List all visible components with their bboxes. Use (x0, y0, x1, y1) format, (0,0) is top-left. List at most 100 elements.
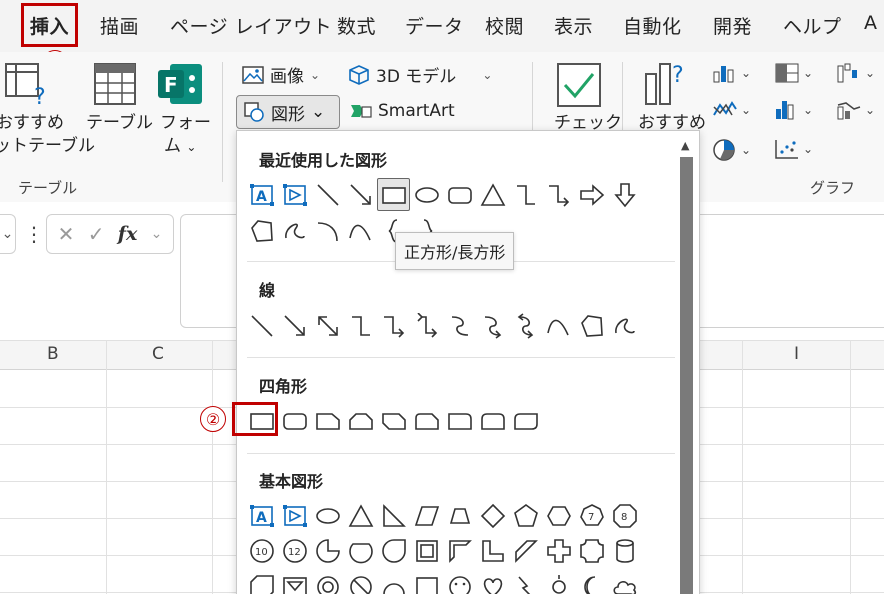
statistic-chart-button[interactable]: ⌄ (774, 99, 813, 121)
line-chart-button[interactable]: ⌄ (712, 99, 751, 121)
hierarchy-chart-button[interactable]: ⌄ (774, 62, 813, 84)
chevron-down-icon[interactable]: ⌄ (151, 226, 163, 242)
teardrop-shape-icon[interactable] (377, 534, 410, 567)
column-header-i[interactable]: I (794, 344, 799, 364)
cloud-shape-icon[interactable] (608, 570, 641, 594)
tab-review[interactable]: 校閲 (485, 12, 524, 39)
sun-shape-icon[interactable] (542, 570, 575, 594)
cross-shape-icon[interactable] (542, 534, 575, 567)
tab-data[interactable]: データ (405, 12, 464, 39)
scatter-chart-button[interactable]: ⌄ (774, 138, 813, 160)
scroll-up-arrow-icon[interactable]: ▲ (681, 139, 689, 152)
diamond-shape-icon[interactable] (476, 499, 509, 532)
scrollbar-thumb[interactable] (680, 157, 693, 594)
arrow-line-shape-icon[interactable] (344, 178, 377, 211)
tab-page-layout[interactable]: ページ レイアウト (170, 12, 332, 39)
parallelogram-shape-icon[interactable] (410, 499, 443, 532)
smartart-button[interactable]: SmartArt (350, 101, 455, 121)
freeform-shape-icon[interactable] (575, 309, 608, 342)
elbow-arrow-connector-shape-icon[interactable] (377, 309, 410, 342)
no-symbol-shape-icon[interactable] (344, 570, 377, 594)
vertical-textbox-shape-icon[interactable] (278, 499, 311, 532)
donut-shape-icon[interactable] (311, 570, 344, 594)
heptagon-shape-icon[interactable]: 7 (575, 499, 608, 532)
l-shape-icon[interactable] (476, 534, 509, 567)
shapes-button[interactable]: 図形 ⌄ (236, 95, 340, 129)
column-header-b[interactable]: B (47, 344, 59, 364)
hexagon-shape-icon[interactable] (542, 499, 575, 532)
triangle-shape-icon[interactable] (476, 178, 509, 211)
curve-shape-icon[interactable] (542, 309, 575, 342)
half-frame-shape-icon[interactable] (443, 534, 476, 567)
textbox-shape-icon[interactable]: A (245, 499, 278, 532)
dodecagon-shape-icon[interactable]: 12 (278, 534, 311, 567)
insert-function-button[interactable]: fx (118, 223, 138, 245)
freeform-shape-icon[interactable] (245, 214, 278, 247)
double-arrow-line-shape-icon[interactable] (311, 309, 344, 342)
round-diagonal-corner-rectangle-icon[interactable] (509, 404, 542, 437)
pie-shape-icon[interactable] (311, 534, 344, 567)
images-button[interactable]: 画像 ⌄ (242, 62, 320, 87)
oval-shape-icon[interactable] (410, 178, 443, 211)
plaque-shape-icon[interactable] (575, 534, 608, 567)
column-chart-button[interactable]: ⌄ (712, 62, 751, 84)
rounded-rectangle-shape-icon[interactable] (443, 178, 476, 211)
snip-same-side-corner-rectangle-icon[interactable] (344, 404, 377, 437)
snip-round-single-corner-rectangle-icon[interactable] (410, 404, 443, 437)
folded-corner-shape-icon[interactable] (410, 570, 443, 594)
curve-shape-icon[interactable] (344, 214, 377, 247)
octagon-shape-icon[interactable]: 8 (608, 499, 641, 532)
tab-view[interactable]: 表示 (554, 12, 593, 39)
lightning-bolt-shape-icon[interactable] (509, 570, 542, 594)
pie-chart-button[interactable]: ⌄ (712, 138, 751, 162)
chord-shape-icon[interactable] (344, 534, 377, 567)
diagonal-stripe-shape-icon[interactable] (509, 534, 542, 567)
curved-double-arrow-connector-shape-icon[interactable] (509, 309, 542, 342)
round-single-corner-rectangle-icon[interactable] (443, 404, 476, 437)
elbow-arrow-connector-shape-icon[interactable] (542, 178, 575, 211)
scribble-shape-icon[interactable] (278, 214, 311, 247)
vertical-textbox-shape-icon[interactable] (278, 178, 311, 211)
cancel-icon[interactable]: ✕ (58, 222, 75, 246)
oval-shape-icon[interactable] (311, 499, 344, 532)
heart-shape-icon[interactable] (476, 570, 509, 594)
curved-connector-shape-icon[interactable] (443, 309, 476, 342)
combo-chart-button[interactable]: ⌄ (836, 99, 875, 121)
block-arc-shape-icon[interactable] (377, 570, 410, 594)
trapezoid-shape-icon[interactable] (443, 499, 476, 532)
tab-draw[interactable]: 描画 (100, 12, 139, 39)
round-same-side-corner-rectangle-icon[interactable] (476, 404, 509, 437)
elbow-connector-shape-icon[interactable] (509, 178, 542, 211)
arc-shape-icon[interactable] (311, 214, 344, 247)
column-header-c[interactable]: C (152, 344, 164, 364)
scribble-shape-icon[interactable] (608, 309, 641, 342)
can-shape-icon[interactable] (608, 534, 641, 567)
elbow-connector-shape-icon[interactable] (344, 309, 377, 342)
tab-formulas[interactable]: 数式 (337, 12, 376, 39)
down-arrow-shape-icon[interactable] (608, 178, 641, 211)
snip-single-corner-rectangle-icon[interactable] (311, 404, 344, 437)
cube-shape-icon[interactable] (245, 570, 278, 594)
tab-automate[interactable]: 自動化 (623, 12, 682, 39)
triangle-shape-icon[interactable] (344, 499, 377, 532)
right-arrow-shape-icon[interactable] (575, 178, 608, 211)
tab-help[interactable]: ヘルプ (783, 12, 842, 39)
moon-shape-icon[interactable] (575, 570, 608, 594)
3d-models-button[interactable]: 3D モデル ⌄ (348, 62, 492, 87)
decagon-shape-icon[interactable]: 10 (245, 534, 278, 567)
snip-diagonal-corner-rectangle-icon[interactable] (377, 404, 410, 437)
elbow-double-arrow-connector-shape-icon[interactable] (410, 309, 443, 342)
more-options-icon[interactable]: ⋮ (24, 222, 44, 246)
name-box-dropdown[interactable]: ⌄ (0, 214, 16, 254)
enter-check-icon[interactable]: ✓ (88, 222, 105, 246)
arrow-line-shape-icon[interactable] (278, 309, 311, 342)
right-triangle-shape-icon[interactable] (377, 499, 410, 532)
waterfall-chart-button[interactable]: ⌄ (836, 62, 875, 84)
bevel-shape-icon[interactable] (278, 570, 311, 594)
smiley-face-shape-icon[interactable] (443, 570, 476, 594)
rounded-rectangle-shape-icon[interactable] (278, 404, 311, 437)
pentagon-shape-icon[interactable] (509, 499, 542, 532)
tab-developer[interactable]: 開発 (713, 12, 752, 39)
frame-shape-icon[interactable] (410, 534, 443, 567)
line-shape-icon[interactable] (245, 309, 278, 342)
